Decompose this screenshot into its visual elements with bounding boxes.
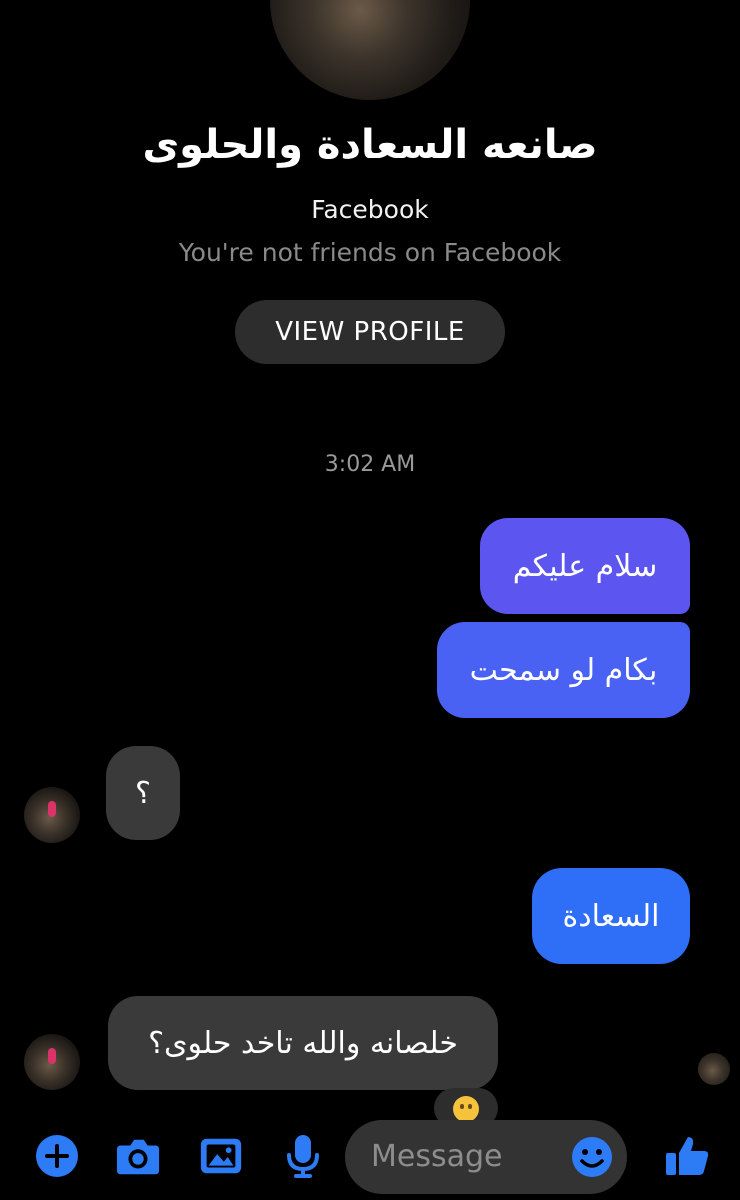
received-message-bubble[interactable]: خلصانه والله تاخد حلوى؟ bbox=[108, 996, 498, 1090]
sent-message-bubble[interactable]: سلام عليكم bbox=[480, 518, 690, 614]
sent-message-bubble[interactable]: السعادة bbox=[532, 868, 690, 964]
message-timestamp: 3:02 AM bbox=[324, 452, 416, 477]
seen-receipt-avatar bbox=[698, 1053, 730, 1085]
received-message-bubble[interactable]: ؟ bbox=[106, 746, 180, 840]
contact-name: صانعه السعادة والحلوى bbox=[142, 122, 598, 168]
gallery-icon[interactable] bbox=[198, 1133, 244, 1179]
contact-avatar[interactable] bbox=[24, 787, 80, 843]
microphone-icon[interactable] bbox=[280, 1133, 326, 1179]
platform-label: Facebook bbox=[311, 195, 429, 224]
emoji-icon[interactable] bbox=[570, 1135, 614, 1179]
view-profile-button[interactable]: VIEW PROFILE bbox=[235, 300, 505, 364]
contact-avatar[interactable] bbox=[24, 1034, 80, 1090]
messenger-chat-screen: صانعه السعادة والحلوى Facebook You're no… bbox=[0, 0, 740, 1200]
plus-icon[interactable] bbox=[34, 1133, 80, 1179]
contact-profile-picture[interactable] bbox=[270, 0, 470, 100]
like-icon[interactable] bbox=[664, 1133, 710, 1179]
camera-icon[interactable] bbox=[115, 1133, 161, 1179]
friend-status-text: You're not friends on Facebook bbox=[178, 238, 562, 267]
avatar-figure bbox=[48, 801, 56, 817]
sent-message-bubble[interactable]: بكام لو سمحت bbox=[437, 622, 690, 718]
avatar-figure bbox=[48, 1048, 56, 1064]
